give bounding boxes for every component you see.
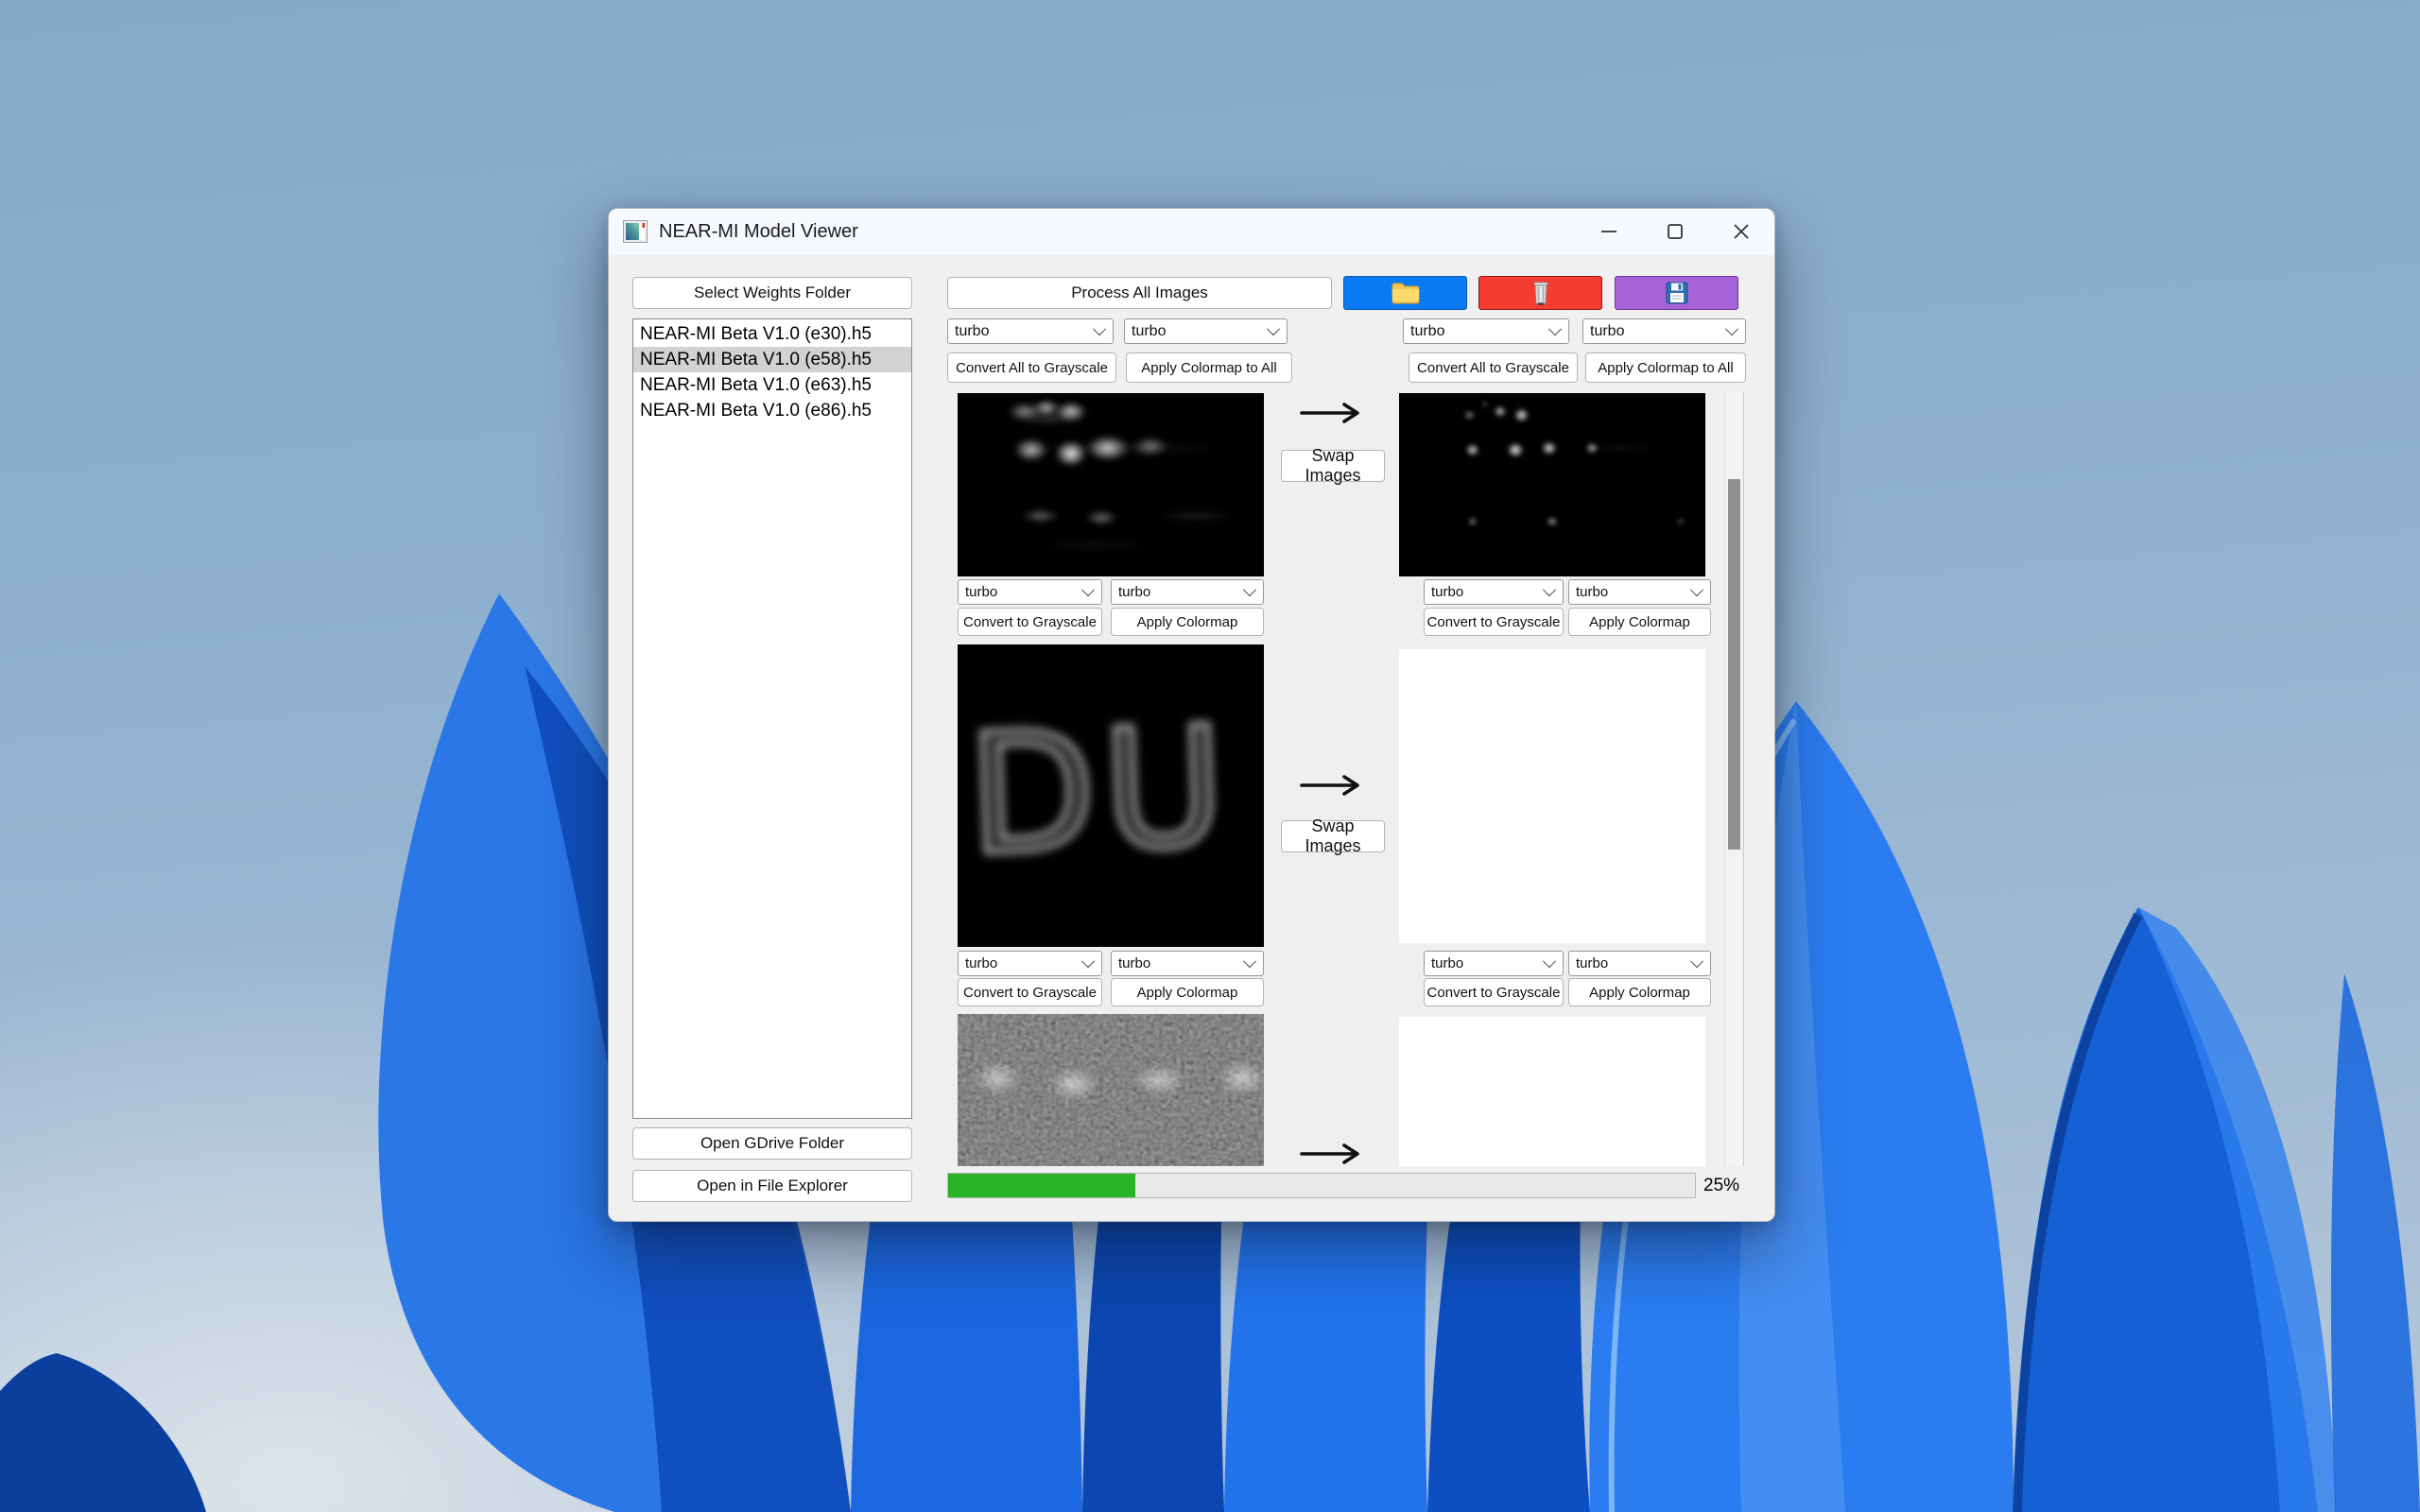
arrow-right-icon	[1299, 773, 1367, 798]
pair-2-output-image-empty	[1399, 649, 1705, 943]
minimize-button[interactable]	[1576, 209, 1642, 254]
pair-2-left-convert-grayscale-button[interactable]: Convert to Grayscale	[958, 978, 1102, 1006]
delete-button[interactable]	[1478, 276, 1602, 310]
chevron-down-icon	[1690, 954, 1703, 968]
global-right-colormap-select-1[interactable]: turbo	[1403, 318, 1569, 344]
pair-1-right-apply-colormap-button[interactable]: Apply Colormap	[1568, 608, 1711, 636]
window-title: NEAR-MI Model Viewer	[659, 221, 858, 243]
folder-icon	[1391, 281, 1421, 305]
app-window: NEAR-MI Model Viewer Select Weights Fold…	[608, 208, 1775, 1222]
app-icon	[623, 219, 648, 244]
arrow-right-icon	[1299, 1142, 1367, 1166]
close-button[interactable]	[1708, 209, 1774, 254]
process-all-images-button[interactable]: Process All Images	[947, 277, 1332, 309]
global-left-colormap-select-2[interactable]: turbo	[1124, 318, 1288, 344]
convert-all-grayscale-button-left[interactable]: Convert All to Grayscale	[947, 352, 1116, 383]
pair-1-left-colormap-select-2[interactable]: turbo	[1111, 579, 1264, 605]
pair-1-right-colormap-select-1[interactable]: turbo	[1424, 579, 1564, 605]
pair-2-right-colormap-select-2[interactable]: turbo	[1568, 951, 1711, 976]
open-file-explorer-button[interactable]: Open in File Explorer	[632, 1170, 912, 1202]
arrow-right-icon	[1299, 401, 1367, 425]
desktop-wallpaper: NEAR-MI Model Viewer Select Weights Fold…	[0, 0, 2420, 1512]
open-folder-button[interactable]	[1343, 276, 1467, 310]
pair-1-output-image	[1399, 393, 1705, 576]
titlebar: NEAR-MI Model Viewer	[609, 209, 1774, 254]
weights-list-item[interactable]: NEAR-MI Beta V1.0 (e63).h5	[633, 372, 911, 398]
save-button[interactable]	[1615, 276, 1738, 310]
pair-2-left-colormap-select-2[interactable]: turbo	[1111, 951, 1264, 976]
pair-2-right-convert-grayscale-button[interactable]: Convert to Grayscale	[1424, 978, 1564, 1006]
pair-2-source-image: DU	[958, 644, 1264, 947]
pair-1-source-image	[958, 393, 1264, 576]
apply-colormap-all-button-right[interactable]: Apply Colormap to All	[1585, 352, 1746, 383]
open-gdrive-button[interactable]: Open GDrive Folder	[632, 1127, 912, 1160]
vertical-scrollbar[interactable]	[1724, 391, 1744, 1166]
select-weights-folder-button[interactable]: Select Weights Folder	[632, 277, 912, 309]
maximize-button[interactable]	[1642, 209, 1708, 254]
weights-listbox[interactable]: NEAR-MI Beta V1.0 (e30).h5 NEAR-MI Beta …	[632, 318, 912, 1119]
pair-3-output-image-empty	[1399, 1017, 1705, 1166]
chevron-down-icon	[1267, 322, 1280, 335]
chevron-down-icon	[1081, 954, 1095, 968]
handwritten-du-text: DU	[965, 692, 1236, 893]
weights-list-item-selected[interactable]: NEAR-MI Beta V1.0 (e58).h5	[633, 347, 911, 372]
pair-2-right-apply-colormap-button[interactable]: Apply Colormap	[1568, 978, 1711, 1006]
chevron-down-icon	[1543, 583, 1556, 596]
scrollbar-thumb[interactable]	[1728, 479, 1740, 850]
convert-all-grayscale-button-right[interactable]: Convert All to Grayscale	[1409, 352, 1578, 383]
global-right-colormap-select-2[interactable]: turbo	[1582, 318, 1746, 344]
chevron-down-icon	[1243, 954, 1256, 968]
weights-list-item[interactable]: NEAR-MI Beta V1.0 (e30).h5	[633, 321, 911, 347]
pair-2-left-colormap-select-1[interactable]: turbo	[958, 951, 1102, 976]
pair-2-right-colormap-select-1[interactable]: turbo	[1424, 951, 1564, 976]
chevron-down-icon	[1548, 322, 1562, 335]
swap-images-button-1[interactable]: Swap Images	[1281, 450, 1385, 482]
chevron-down-icon	[1690, 583, 1703, 596]
pair-1-left-apply-colormap-button[interactable]: Apply Colormap	[1111, 608, 1264, 636]
progress-fill	[948, 1174, 1135, 1197]
global-left-colormap-select-1[interactable]: turbo	[947, 318, 1114, 344]
chevron-down-icon	[1543, 954, 1556, 968]
pair-1-right-convert-grayscale-button[interactable]: Convert to Grayscale	[1424, 608, 1564, 636]
weights-list-item[interactable]: NEAR-MI Beta V1.0 (e86).h5	[633, 398, 911, 423]
pair-1-right-colormap-select-2[interactable]: turbo	[1568, 579, 1711, 605]
image-canvas[interactable]: Swap Images turbo turbo Convert to Grays…	[947, 391, 1719, 1166]
chevron-down-icon	[1725, 322, 1738, 335]
swap-images-button-2[interactable]: Swap Images	[1281, 820, 1385, 852]
chevron-down-icon	[1243, 583, 1256, 596]
apply-colormap-all-button-left[interactable]: Apply Colormap to All	[1126, 352, 1292, 383]
progress-bar	[947, 1173, 1696, 1198]
pair-3-source-image	[958, 1014, 1264, 1166]
chevron-down-icon	[1081, 583, 1095, 596]
trash-icon	[1530, 280, 1551, 306]
pair-1-left-colormap-select-1[interactable]: turbo	[958, 579, 1102, 605]
floppy-icon	[1665, 281, 1689, 305]
chevron-down-icon	[1093, 322, 1106, 335]
pair-1-left-convert-grayscale-button[interactable]: Convert to Grayscale	[958, 608, 1102, 636]
pair-2-left-apply-colormap-button[interactable]: Apply Colormap	[1111, 978, 1264, 1006]
progress-label: 25%	[1703, 1173, 1739, 1198]
